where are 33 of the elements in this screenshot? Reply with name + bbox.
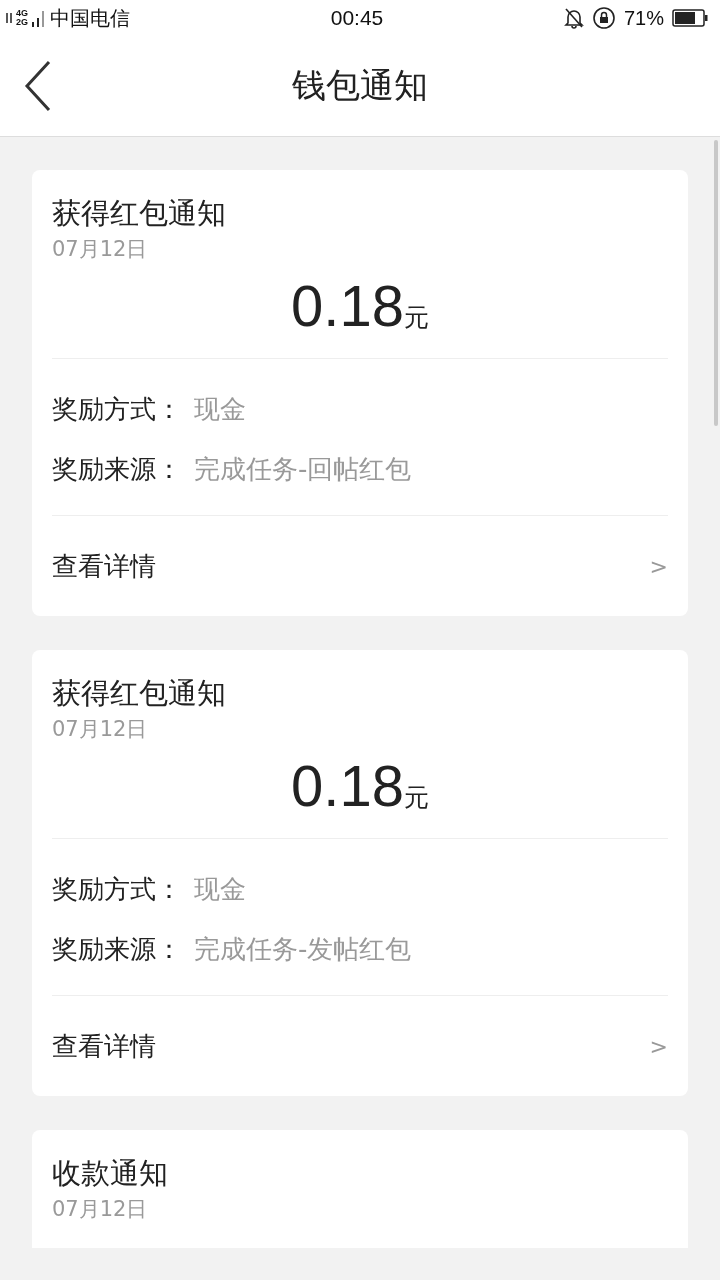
amount: 0.18 <box>291 754 404 818</box>
field-value: 现金 <box>194 392 246 426</box>
details-row[interactable]: 查看详情 > <box>52 996 668 1096</box>
rotation-lock-icon <box>591 6 616 30</box>
carrier-name: 中国电信 <box>50 5 130 31</box>
signal-icon <box>32 9 46 27</box>
bell-muted-icon <box>563 7 584 29</box>
network-type: 4G <box>16 9 28 18</box>
field-value: 完成任务-发帖红包 <box>194 932 412 966</box>
notice-title: 收款通知 <box>52 1155 169 1192</box>
field-value: 完成任务-回帖红包 <box>194 452 412 486</box>
network-type: 2G <box>16 18 28 27</box>
battery-icon <box>672 9 708 27</box>
page-title: 钱包通知 <box>292 64 428 107</box>
amount: 0.18 <box>291 274 404 338</box>
data-arrows-icon <box>6 13 12 23</box>
currency-unit: 元 <box>403 782 429 814</box>
notice-date: 07月12日 <box>52 236 149 263</box>
field-label: 奖励来源： <box>52 452 182 486</box>
battery-percent: 71% <box>623 6 664 30</box>
clock: 00:45 <box>330 6 384 30</box>
field-value: 现金 <box>194 872 246 906</box>
notice-title: 获得红包通知 <box>52 195 227 232</box>
chevron-icon: > <box>649 553 668 579</box>
notice-title: 获得红包通知 <box>52 675 227 712</box>
details-row[interactable]: 查看详情 > <box>52 516 668 616</box>
notice-date: 07月12日 <box>52 716 149 743</box>
currency-unit: 元 <box>403 302 429 334</box>
field-label: 奖励方式： <box>52 872 182 906</box>
notice-date: 07月12日 <box>52 1196 149 1223</box>
field-label: 奖励方式： <box>52 392 182 426</box>
chevron-icon: > <box>649 1033 668 1059</box>
field-label: 奖励来源： <box>52 932 182 966</box>
